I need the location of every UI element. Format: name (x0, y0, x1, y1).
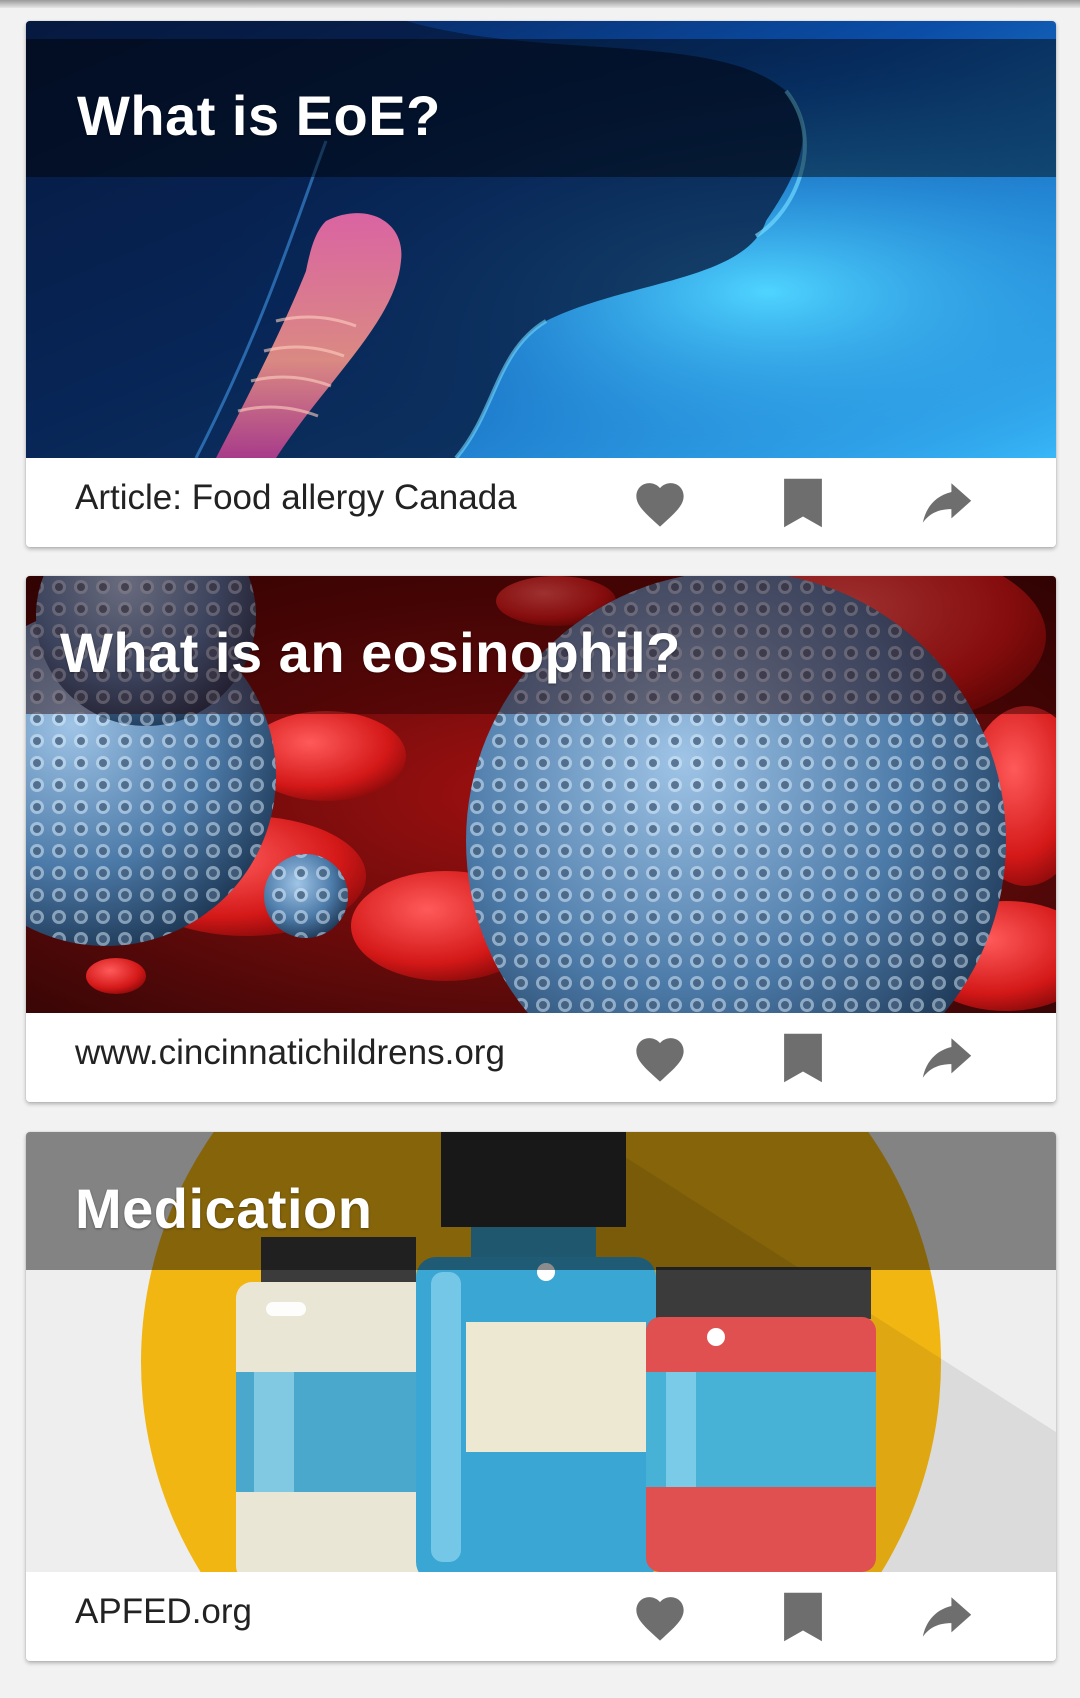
card-footer: APFED.org (26, 1572, 1056, 1661)
card-image[interactable]: What is an eosinophil? (26, 576, 1056, 1013)
share-icon (922, 1597, 972, 1637)
card-title: What is an eosinophil? (60, 621, 681, 684)
card-source: Article: Food allergy Canada (75, 478, 517, 517)
card-source: APFED.org (75, 1592, 252, 1631)
like-button[interactable] (630, 1029, 690, 1087)
like-button[interactable] (630, 1588, 690, 1646)
like-button[interactable] (630, 474, 690, 532)
share-button[interactable] (917, 474, 977, 532)
top-shadow-bar (0, 0, 1080, 8)
share-icon (922, 1038, 972, 1078)
card-title: What is EoE? (77, 84, 441, 147)
bookmark-icon (784, 1592, 822, 1642)
card-title: Medication (75, 1177, 373, 1240)
bookmark-icon (784, 478, 822, 528)
heart-icon (636, 1597, 684, 1641)
bookmark-button[interactable] (773, 1029, 833, 1087)
share-button[interactable] (917, 1029, 977, 1087)
bookmark-icon (784, 1033, 822, 1083)
card-footer: Article: Food allergy Canada (26, 458, 1056, 547)
heart-icon (636, 483, 684, 527)
bookmark-button[interactable] (773, 1588, 833, 1646)
card-image[interactable]: Medication (26, 1132, 1056, 1572)
bookmark-button[interactable] (773, 474, 833, 532)
article-card-medication[interactable]: Medication APFED.org (26, 1132, 1056, 1661)
heart-icon (636, 1038, 684, 1082)
card-source: www.cincinnatichildrens.org (75, 1033, 505, 1072)
share-button[interactable] (917, 1588, 977, 1646)
article-card-eoe[interactable]: What is EoE? Article: Food allergy Canad… (26, 21, 1056, 547)
article-card-eosinophil[interactable]: What is an eosinophil? www.cincinnatichi… (26, 576, 1056, 1102)
card-image[interactable]: What is EoE? (26, 21, 1056, 458)
card-footer: www.cincinnatichildrens.org (26, 1013, 1056, 1102)
share-icon (922, 483, 972, 523)
